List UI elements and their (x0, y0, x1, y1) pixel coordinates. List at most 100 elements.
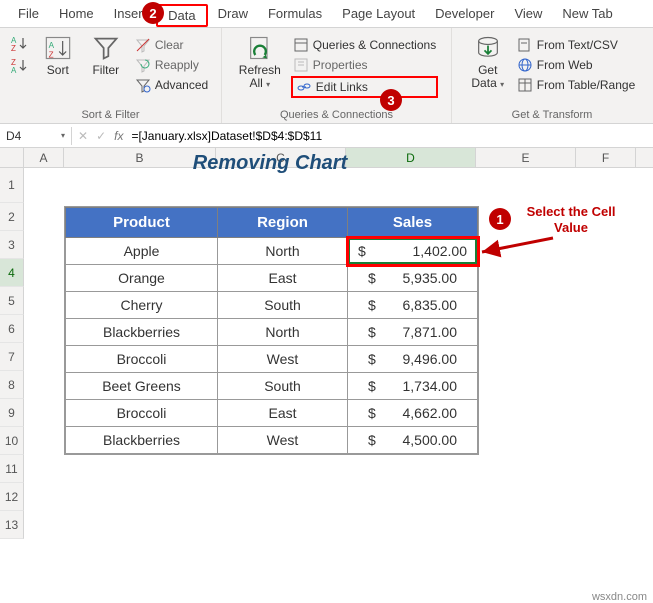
cell-product[interactable]: Blackberries (66, 427, 218, 454)
cell-sales[interactable]: $4,500.00 (348, 427, 478, 454)
refresh-all-button[interactable]: Refresh All ▾ (235, 32, 285, 92)
tab-data[interactable]: Data (156, 4, 207, 27)
tab-view[interactable]: View (504, 2, 552, 27)
cell-region[interactable]: East (218, 265, 348, 292)
cell-product[interactable]: Broccoli (66, 346, 218, 373)
cell-product[interactable]: Blackberries (66, 319, 218, 346)
callout-badge-1: 1 (489, 208, 511, 230)
tab-draw[interactable]: Draw (208, 2, 258, 27)
row-8[interactable]: 8 (0, 371, 24, 399)
cell-product[interactable]: Broccoli (66, 400, 218, 427)
svg-text:Z: Z (11, 44, 16, 52)
cell-product[interactable]: Beet Greens (66, 373, 218, 400)
table-row[interactable]: BlackberriesNorth$7,871.00 (66, 319, 478, 346)
row-10[interactable]: 10 (0, 427, 24, 455)
properties-button[interactable]: Properties (291, 56, 438, 74)
group-queries: Refresh All ▾ Queries & Connections Prop… (222, 28, 452, 123)
header-sales[interactable]: Sales (348, 208, 478, 238)
row-4[interactable]: 4 (0, 259, 24, 287)
row-12[interactable]: 12 (0, 483, 24, 511)
advanced-button[interactable]: Advanced (133, 76, 210, 94)
worksheet-grid[interactable]: A B C D E F 12345678910111213 Removing C… (0, 148, 653, 539)
row-6[interactable]: 6 (0, 315, 24, 343)
cell-product[interactable]: Apple (66, 238, 218, 265)
data-table: Product Region Sales AppleNorth$1,402.00… (64, 206, 479, 455)
sheet-title: Removing Chart (64, 152, 476, 175)
svg-text:A: A (11, 66, 17, 74)
cell-sales[interactable]: $7,871.00 (348, 319, 478, 346)
tab-formulas[interactable]: Formulas (258, 2, 332, 27)
advanced-icon (135, 77, 151, 93)
table-row[interactable]: CherrySouth$6,835.00 (66, 292, 478, 319)
cell-sales[interactable]: $1,402.00 (348, 238, 478, 265)
cell-region[interactable]: North (218, 238, 348, 265)
sort-az-icon[interactable]: AZ (11, 36, 31, 52)
tab-file[interactable]: File (8, 2, 49, 27)
from-table-range-button[interactable]: From Table/Range (515, 76, 638, 94)
col-A[interactable]: A (24, 148, 64, 167)
reapply-icon (135, 57, 151, 73)
row-1[interactable]: 1 (0, 168, 24, 203)
ribbon: AZ ZA AZ Sort Filter Clear Reapply Advan… (0, 28, 653, 124)
row-2[interactable]: 2 (0, 203, 24, 231)
cell-sales[interactable]: $6,835.00 (348, 292, 478, 319)
tab-home[interactable]: Home (49, 2, 104, 27)
row-9[interactable]: 9 (0, 399, 24, 427)
cell-region[interactable]: West (218, 427, 348, 454)
edit-links-button[interactable]: Edit Links (291, 76, 438, 98)
row-3[interactable]: 3 (0, 231, 24, 259)
tab-newtab[interactable]: New Tab (552, 2, 622, 27)
cell-product[interactable]: Cherry (66, 292, 218, 319)
reapply-button[interactable]: Reapply (133, 56, 210, 74)
formula-input[interactable] (131, 129, 653, 143)
filter-icon (92, 34, 120, 62)
cell-product[interactable]: Orange (66, 265, 218, 292)
get-data-button[interactable]: Get Data ▾ (467, 32, 509, 92)
cell-sales[interactable]: $1,734.00 (348, 373, 478, 400)
header-product[interactable]: Product (66, 208, 218, 238)
group-label-sortfilter: Sort & Filter (81, 107, 139, 121)
row-13[interactable]: 13 (0, 511, 24, 539)
chevron-down-icon[interactable]: ▾ (61, 131, 65, 140)
col-E[interactable]: E (476, 148, 576, 167)
table-row[interactable]: BlackberriesWest$4,500.00 (66, 427, 478, 454)
table-row[interactable]: Beet GreensSouth$1,734.00 (66, 373, 478, 400)
formula-bar: D4▾ ✕ ✓ fx (0, 124, 653, 148)
sort-za-icon[interactable]: ZA (11, 58, 31, 74)
clear-button[interactable]: Clear (133, 36, 210, 54)
cell-region[interactable]: West (218, 346, 348, 373)
fx-icon[interactable]: fx (114, 129, 123, 143)
col-F[interactable]: F (576, 148, 636, 167)
queries-connections-button[interactable]: Queries & Connections (291, 36, 438, 54)
row-11[interactable]: 11 (0, 455, 24, 483)
group-sort-filter: AZ ZA AZ Sort Filter Clear Reapply Advan… (0, 28, 222, 123)
sort-icon: AZ (44, 34, 72, 62)
queries-icon (293, 37, 309, 53)
row-5[interactable]: 5 (0, 287, 24, 315)
table-row[interactable]: OrangeEast$5,935.00 (66, 265, 478, 292)
cell-region[interactable]: North (218, 319, 348, 346)
table-row[interactable]: AppleNorth$1,402.00 (66, 238, 478, 265)
cell-region[interactable]: East (218, 400, 348, 427)
cell-sales[interactable]: $5,935.00 (348, 265, 478, 292)
from-text-csv-button[interactable]: From Text/CSV (515, 36, 638, 54)
row-7[interactable]: 7 (0, 343, 24, 371)
tab-developer[interactable]: Developer (425, 2, 504, 27)
filter-button[interactable]: Filter (85, 32, 127, 79)
from-web-button[interactable]: From Web (515, 56, 638, 74)
select-all-corner[interactable] (0, 148, 24, 167)
tab-pagelayout[interactable]: Page Layout (332, 2, 425, 27)
table-row[interactable]: BroccoliEast$4,662.00 (66, 400, 478, 427)
group-label-queries: Queries & Connections (280, 107, 393, 121)
cell-region[interactable]: South (218, 292, 348, 319)
cell-region[interactable]: South (218, 373, 348, 400)
name-box[interactable]: D4▾ (0, 127, 72, 145)
header-region[interactable]: Region (218, 208, 348, 238)
cell-sales[interactable]: $4,662.00 (348, 400, 478, 427)
table-row[interactable]: BroccoliWest$9,496.00 (66, 346, 478, 373)
ribbon-tabs: File Home Insert Data Draw Formulas Page… (0, 0, 653, 28)
sort-button[interactable]: AZ Sort (37, 32, 79, 79)
cancel-icon: ✕ (78, 129, 88, 143)
clear-icon (135, 37, 151, 53)
cell-sales[interactable]: $9,496.00 (348, 346, 478, 373)
